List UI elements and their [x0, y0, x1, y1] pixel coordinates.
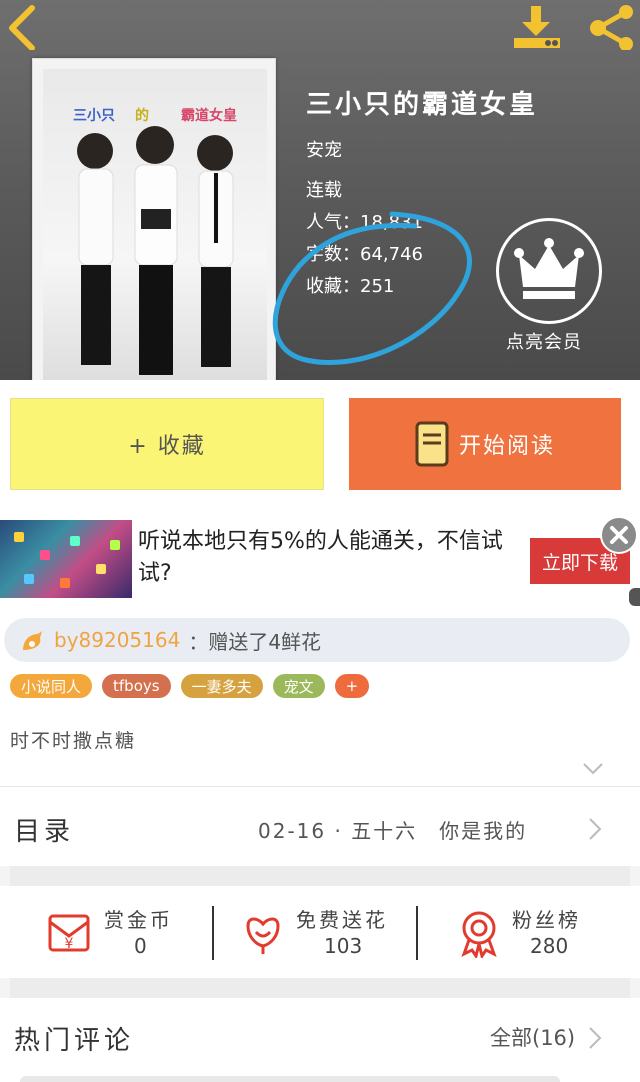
ad-text: 听说本地只有5%的人能通关，不信试试? [138, 529, 503, 586]
stat-label: 免费送花 [296, 908, 388, 932]
share-icon [590, 5, 633, 51]
stat-divider [212, 906, 214, 960]
ad-banner[interactable]: 听说本地只有5%的人能通关，不信试试? 立即下载 [0, 508, 640, 606]
add-favorite-button[interactable]: + 收藏 [10, 398, 324, 490]
book-word-count: 字数：64,746 [306, 240, 423, 266]
stat-divider [416, 906, 418, 960]
stats-bar: ¥ 赏金币 0 免费送花 103 粉丝榜 280 [0, 886, 640, 978]
start-reading-button[interactable]: 开始阅读 [349, 398, 621, 490]
back-button[interactable] [4, 4, 44, 51]
vip-button[interactable] [496, 218, 602, 324]
book-popularity: 人气：18,831 [306, 208, 423, 234]
svg-text:¥: ¥ [65, 936, 74, 952]
gift-message[interactable]: by89205164 ：赠送了4鲜花 [4, 618, 630, 662]
close-icon [610, 526, 628, 544]
section-divider [10, 866, 630, 886]
chevron-right-icon[interactable] [588, 1026, 602, 1050]
fan-ranking[interactable]: 粉丝榜 280 [454, 886, 640, 978]
side-handle[interactable] [629, 588, 640, 606]
vip-label: 点亮会员 [506, 332, 582, 353]
send-flowers[interactable]: 免费送花 103 [238, 886, 443, 978]
hot-comments-header: 热门评论 全部(16) [0, 998, 640, 1082]
tag-list: 小说同人 tfboys 一妻多夫 宠文 + [10, 674, 370, 698]
section-divider [10, 978, 630, 998]
gift-bell-icon [23, 631, 42, 650]
stat-label: 赏金币 [104, 908, 173, 932]
catalog-title: 目录 [14, 817, 75, 847]
stat-value: 103 [324, 934, 363, 958]
red-envelope-icon: ¥ [48, 914, 90, 952]
stat-value: 280 [530, 934, 569, 958]
chevron-right-icon [589, 818, 602, 840]
popularity-label: 人气： [306, 212, 360, 233]
chevron-down-icon[interactable] [582, 762, 604, 776]
share-button[interactable] [586, 4, 636, 51]
gift-username[interactable]: by89205164 [54, 628, 180, 652]
ad-close-button[interactable] [600, 516, 638, 554]
book-info: 小说同人 tfboys 一妻多夫 宠文 + 时不时撒点糖 [0, 674, 640, 790]
gift-ticker: by89205164 ：赠送了4鲜花 [0, 606, 640, 674]
cover-image: 三小只 的 霸道女皇 [43, 69, 267, 380]
tag-item[interactable]: 小说同人 [10, 674, 93, 698]
stat-value: 0 [134, 934, 147, 958]
words-label: 字数： [306, 244, 360, 265]
favorites-value: 251 [360, 276, 395, 297]
start-reading-label: 开始阅读 [458, 434, 555, 459]
cover-figures [77, 126, 234, 375]
download-button[interactable] [512, 4, 562, 50]
download-icon [514, 6, 560, 48]
popularity-value: 18,831 [360, 212, 423, 233]
action-bar: + 收藏 开始阅读 [0, 380, 640, 508]
reward-coins[interactable]: ¥ 赏金币 0 [44, 886, 249, 978]
book-cover[interactable]: 三小只 的 霸道女皇 [32, 58, 276, 380]
book-description: 时不时撒点糖 [10, 730, 137, 752]
book-favorites: 收藏：251 [306, 272, 394, 298]
flower-icon [246, 917, 280, 954]
all-comments-link[interactable]: 全部(16) [490, 1022, 575, 1052]
back-arrow-icon [9, 5, 35, 51]
ad-game-image [0, 520, 132, 598]
tag-item[interactable]: 一妻多夫 [180, 674, 263, 698]
book-status: 连载 [306, 180, 342, 201]
tag-item[interactable]: 宠文 [272, 674, 325, 698]
tag-item[interactable]: tfboys [102, 674, 171, 698]
favorites-label: 收藏： [306, 276, 360, 297]
book-title: 三小只的霸道女皇 [306, 90, 539, 120]
book-header: 三小只 的 霸道女皇 三小只的霸道女皇 安宠 连载 人气：18,831 字数：6… [0, 0, 640, 380]
catalog-row[interactable]: 目录 02-16 · 五十六 你是我的 [0, 786, 640, 866]
latest-chapter: 02-16 · 五十六 你是我的 [258, 819, 528, 843]
words-value: 64,746 [360, 244, 423, 265]
gift-text: ：赠送了4鲜花 [188, 629, 322, 654]
medal-icon [461, 911, 497, 958]
hot-comments-title: 热门评论 [14, 1026, 135, 1056]
comment-card-edge [20, 1076, 560, 1082]
add-tag-button[interactable]: + [334, 674, 370, 698]
stat-label: 粉丝榜 [512, 908, 581, 932]
book-author[interactable]: 安宠 [306, 136, 342, 162]
crown-icon [514, 238, 584, 299]
book-icon [415, 421, 449, 467]
